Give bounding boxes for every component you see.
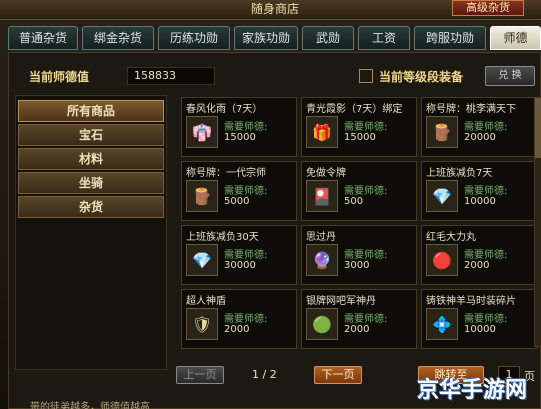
item-price: 500 [344, 196, 364, 207]
virtue-label: 当前师德值 [29, 70, 90, 84]
item-cell[interactable]: 青光霞影（7天）绑定 🎁 需要师德: 15000 [301, 97, 417, 157]
tab-bound-gold-goods[interactable]: 绑金杂货 [82, 26, 154, 50]
tab-bar: 普通杂货 绑金杂货 历练功勋 家族功勋 武勋 工资 跨服功勋 师德 [8, 26, 541, 50]
item-need-label: 需要师德: [224, 186, 268, 197]
item-price: 15000 [224, 132, 256, 143]
crystal-wings-icon: 💎 [426, 180, 458, 212]
item-need-label: 需要师德: [464, 314, 508, 325]
tab-experience-merit[interactable]: 历练功勋 [158, 26, 230, 50]
tab-salary[interactable]: 工资 [358, 26, 410, 50]
item-name: 免做令牌 [306, 168, 346, 179]
item-cell[interactable]: 称号牌：一代宗师 🪵 需要师德: 5000 [181, 161, 297, 221]
item-name: 上班族减负7天 [426, 168, 493, 179]
item-need-label: 需要师德: [464, 186, 508, 197]
next-page-button[interactable]: 下一页 [314, 366, 362, 384]
item-price: 30000 [224, 260, 256, 271]
item-name: 上班族减负30天 [186, 232, 259, 243]
item-cell[interactable]: 红毛大力丸 🔴 需要师德: 2000 [421, 225, 537, 285]
shop-window: 随身商店 高级杂货 普通杂货 绑金杂货 历练功勋 家族功勋 武勋 工资 跨服功勋… [0, 0, 541, 409]
item-need-label: 需要师德: [464, 122, 508, 133]
item-price: 10000 [464, 196, 496, 207]
tab-general-goods[interactable]: 普通杂货 [8, 26, 78, 50]
item-price: 5000 [224, 196, 250, 207]
crystal-shard-icon: 💠 [426, 308, 458, 340]
robe-icon: 👘 [186, 116, 218, 148]
category-list: 所有商品 宝石 材料 坐骑 杂货 [15, 95, 167, 370]
item-scrollbar[interactable] [534, 97, 541, 347]
tab-cross-server-merit[interactable]: 跨服功勋 [414, 26, 486, 50]
exchange-button[interactable]: 兑 换 [485, 66, 535, 86]
category-misc[interactable]: 杂货 [18, 196, 164, 218]
shop-panel: 当前师德值 158833 当前等级段装备 兑 换 所有商品 宝石 材料 坐骑 杂… [8, 52, 541, 409]
token-card-icon: 🎴 [306, 180, 338, 212]
item-name: 铸铁神羊马时装碎片 [426, 296, 516, 307]
footer-hint: 带的徒弟越多，师德值越高 [30, 402, 150, 409]
item-price: 20000 [464, 132, 496, 143]
item-cell[interactable]: 上班族减负30天 💎 需要师德: 30000 [181, 225, 297, 285]
window-title: 随身商店 [250, 2, 299, 16]
item-price: 3000 [344, 260, 370, 271]
item-price: 2000 [344, 324, 370, 335]
scroll-thumb[interactable] [535, 98, 541, 158]
tab-family-merit[interactable]: 家族功勋 [234, 26, 298, 50]
category-all[interactable]: 所有商品 [18, 100, 164, 122]
page-indicator: 1 / 2 [252, 368, 277, 381]
item-price: 2000 [464, 260, 490, 271]
item-cell[interactable]: 思过丹 🔮 需要师德: 3000 [301, 225, 417, 285]
gift-box-icon: 🎁 [306, 116, 338, 148]
item-cell[interactable]: 铸铁神羊马时装碎片 💠 需要师德: 10000 [421, 289, 537, 349]
item-need-label: 需要师德: [344, 250, 388, 261]
category-gems[interactable]: 宝石 [18, 124, 164, 146]
item-cell[interactable]: 称号牌：桃李满天下 🪵 需要师德: 20000 [421, 97, 537, 157]
category-materials[interactable]: 材料 [18, 148, 164, 170]
red-pill-icon: 🔴 [426, 244, 458, 276]
category-mounts[interactable]: 坐骑 [18, 172, 164, 194]
item-cell[interactable]: 免做令牌 🎴 需要师德: 500 [301, 161, 417, 221]
item-need-label: 需要师德: [344, 314, 388, 325]
advanced-goods-button[interactable]: 高级杂货 [452, 0, 524, 16]
item-need-label: 需要师德: [344, 122, 388, 133]
item-name: 称号牌：一代宗师 [186, 168, 266, 179]
item-cell[interactable]: 春风化雨（7天） 👘 需要师德: 15000 [181, 97, 297, 157]
crystal-wings-icon: 💎 [186, 244, 218, 276]
virtue-value: 158833 [127, 67, 215, 85]
title-plaque-icon: 🪵 [426, 116, 458, 148]
item-name: 春风化雨（7天） [186, 104, 263, 115]
item-need-label: 需要师德: [224, 314, 268, 325]
title-bar: 随身商店 高级杂货 [0, 0, 541, 20]
item-name: 称号牌：桃李满天下 [426, 104, 516, 115]
item-need-label: 需要师德: [224, 122, 268, 133]
site-watermark: 京华手游网 [416, 378, 527, 403]
green-orb-icon: 🟢 [306, 308, 338, 340]
equip-checkbox[interactable] [359, 69, 373, 83]
item-cell[interactable]: 超人神盾 🛡 需要师德: 2000 [181, 289, 297, 349]
item-cell[interactable]: 上班族减负7天 💎 需要师德: 10000 [421, 161, 537, 221]
item-cell[interactable]: 银牌网吧军神丹 🟢 需要师德: 2000 [301, 289, 417, 349]
item-grid: 春风化雨（7天） 👘 需要师德: 15000 青光霞影（7天）绑定 🎁 需要师德… [181, 97, 541, 349]
item-name: 银牌网吧军神丹 [306, 296, 376, 307]
purple-orb-icon: 🔮 [306, 244, 338, 276]
item-name: 超人神盾 [186, 296, 226, 307]
item-name: 思过丹 [306, 232, 336, 243]
item-price: 15000 [344, 132, 376, 143]
item-name: 青光霞影（7天）绑定 [306, 104, 403, 115]
tab-mentor-virtue[interactable]: 师德 [490, 26, 541, 50]
item-need-label: 需要师德: [224, 250, 268, 261]
item-name: 红毛大力丸 [426, 232, 476, 243]
item-price: 10000 [464, 324, 496, 335]
item-need-label: 需要师德: [344, 186, 388, 197]
item-need-label: 需要师德: [464, 250, 508, 261]
tab-martial-merit[interactable]: 武勋 [302, 26, 354, 50]
prev-page-button[interactable]: 上一页 [176, 366, 224, 384]
equip-checkbox-label: 当前等级段装备 [379, 70, 464, 84]
item-price: 2000 [224, 324, 250, 335]
title-plaque-icon: 🪵 [186, 180, 218, 212]
shield-icon: 🛡 [186, 308, 218, 340]
